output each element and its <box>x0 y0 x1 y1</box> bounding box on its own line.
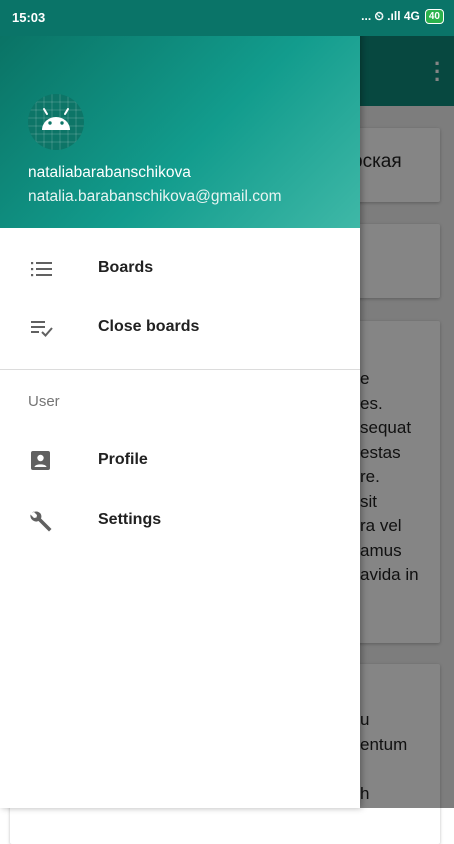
account-name: nataliabarabanschikova <box>28 164 191 181</box>
list-icon <box>28 257 56 281</box>
section-title-user: User <box>28 393 60 410</box>
status-bar: 15:03 ... ⏲ .ıll 4G 40 <box>0 0 454 36</box>
signal-indicators: ... ⏲ .ıll 4G <box>361 9 420 23</box>
account-box-icon <box>28 449 56 473</box>
nav-item-close-boards[interactable]: Close boards <box>0 300 360 356</box>
android-icon <box>28 94 84 150</box>
nav-item-profile[interactable]: Profile <box>0 433 360 489</box>
nav-item-settings[interactable]: Settings <box>0 493 360 549</box>
playlist-check-icon <box>28 316 56 340</box>
nav-item-close-boards-label: Close boards <box>98 318 200 335</box>
nav-item-settings-label: Settings <box>98 511 162 528</box>
nav-item-profile-label: Profile <box>98 451 148 468</box>
divider <box>0 369 360 370</box>
wrench-icon <box>28 509 56 533</box>
nav-item-boards[interactable]: Boards <box>0 241 360 297</box>
battery-icon: 40 <box>424 9 444 24</box>
nav-item-boards-label: Boards <box>98 259 154 276</box>
drawer-header: nataliabarabanschikova natalia.barabansc… <box>0 36 360 228</box>
account-email: natalia.barabanschikova@gmail.com <box>28 188 282 205</box>
navigation-drawer: nataliabarabanschikova natalia.barabansc… <box>0 0 360 808</box>
status-time: 15:03 <box>12 10 46 25</box>
status-indicators: ... ⏲ .ıll 4G 40 <box>361 9 444 24</box>
